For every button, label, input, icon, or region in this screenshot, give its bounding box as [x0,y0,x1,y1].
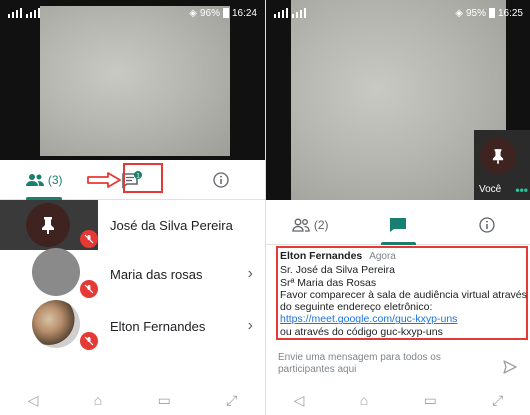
left-phone-screen: ◈ 96% 16:24 (3) 1 José da Silva Pereira … [0,0,265,415]
chat-message: Elton Fernandes Agora Sr. José da Silva … [280,250,530,338]
annotation-arrow [87,172,121,188]
participant-name: Elton Fernandes [110,318,206,334]
self-video-tile[interactable]: Você ••• [474,130,530,200]
recents-icon[interactable]: ▭ [424,392,437,409]
android-nav-bar: ◁ ⌂ ▭ ⤢ [266,385,530,415]
chevron-right-icon[interactable]: › [248,317,253,335]
participant-row[interactable]: Elton Fernandes › [0,298,265,354]
tab-people[interactable]: (2) [266,205,354,244]
message-line: Sr. José da Silva Pereira [280,264,395,277]
message-line: do seguinte endereço eletrônico: [280,301,433,314]
tab-bar: (2) [266,205,530,245]
tab-info[interactable] [443,205,530,244]
android-nav-bar: ◁ ⌂ ▭ ⤢ [0,385,265,415]
pin-icon [492,149,504,164]
avatar [32,248,80,296]
message-line: Srª Maria das Rosas [280,276,377,289]
tab-info[interactable] [177,160,265,199]
battery-icon [222,8,229,18]
participant-name: Maria das rosas [110,266,203,282]
recents-icon[interactable]: ▭ [158,392,171,409]
signal-icon [26,8,40,18]
signal-icon [274,8,288,18]
back-icon[interactable]: ◁ [294,392,305,409]
avatar [0,200,98,250]
self-label: Você [479,184,502,195]
more-options-icon[interactable]: ••• [515,183,528,197]
tab-people[interactable]: (3) [0,160,88,200]
clock: 16:25 [497,7,523,19]
main-video-feed[interactable] [40,6,230,156]
people-count: (3) [47,172,63,187]
people-outline-icon [292,218,310,232]
battery-icon [488,8,495,18]
signal-icon [8,8,22,18]
message-line: Favor comparecer à sala de audiência vir… [280,288,527,301]
message-composer[interactable]: Envie uma mensagem para todos os partici… [278,352,523,382]
battery-percent: 96% [199,7,220,19]
people-count: (2) [313,217,329,232]
chat-tab-highlight [123,163,163,193]
participant-row[interactable]: José da Silva Pereira [0,200,265,250]
compose-input[interactable]: Envie uma mensagem para todos os partici… [278,352,458,376]
send-icon[interactable] [503,360,517,374]
participant-name: José da Silva Pereira [110,217,233,233]
avatar [32,300,80,348]
signal-icon [292,8,306,18]
mic-off-icon [80,280,98,298]
message-author: Elton Fernandes [280,250,363,262]
tab-chat[interactable] [354,205,442,245]
wifi-icon: ◈ [189,7,197,19]
message-time: Agora [369,251,396,262]
status-bar: ◈ 95% 16:25 [266,0,530,26]
right-phone-screen: ◈ 95% 16:25 Você ••• (2) Elton Fernandes… [265,0,530,415]
mic-off-icon [80,332,98,350]
expand-icon[interactable]: ⤢ [492,392,503,409]
avatar [480,138,516,174]
info-icon [479,216,495,233]
people-icon [25,173,44,186]
home-icon[interactable]: ⌂ [360,392,368,408]
info-icon [213,171,229,188]
clock: 16:24 [231,7,257,19]
message-line: ou através do código guc-kxyp-uns [280,325,443,338]
pin-icon [42,217,54,234]
chevron-right-icon[interactable]: › [248,265,253,283]
status-bar: ◈ 96% 16:24 [0,0,265,26]
expand-icon[interactable]: ⤢ [226,392,237,409]
participant-row[interactable]: Maria das rosas › [0,246,265,302]
battery-percent: 95% [465,7,486,19]
active-tab-indicator [380,242,417,245]
home-icon[interactable]: ⌂ [94,392,102,408]
back-icon[interactable]: ◁ [28,392,39,409]
wifi-icon: ◈ [455,7,463,19]
chat-icon [390,217,407,232]
meeting-link[interactable]: https://meet.google.com/guc-kxyp-uns [280,313,530,325]
